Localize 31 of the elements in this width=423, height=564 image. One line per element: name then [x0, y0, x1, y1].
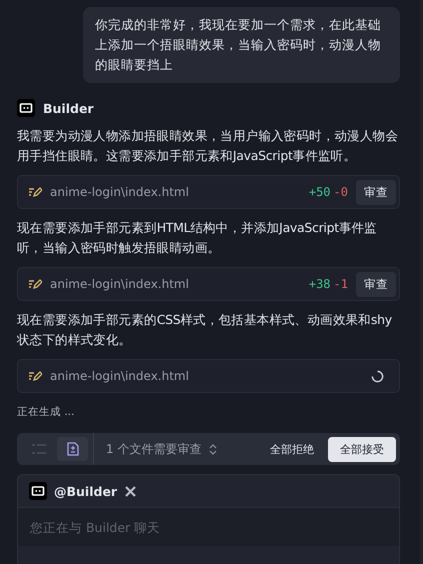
- review-summary-dropdown[interactable]: 1 个文件需要审查: [106, 440, 218, 458]
- additions-count: +50: [308, 185, 331, 199]
- mention-label: @Builder: [54, 484, 118, 498]
- reject-all-button[interactable]: 全部拒绝: [256, 438, 328, 460]
- robot-icon: [29, 482, 47, 500]
- accept-all-button[interactable]: 全部接受: [328, 436, 396, 462]
- chat-input-field[interactable]: 您正在与 Builder 聊天: [18, 508, 399, 546]
- file-card[interactable]: anime-login\index.html +50 -0 审查: [17, 175, 400, 209]
- file-path: anime-login\index.html: [50, 277, 189, 291]
- file-path: anime-login\index.html: [50, 369, 189, 383]
- additions-count: +38: [308, 277, 331, 291]
- chevron-updown-icon: [209, 444, 218, 454]
- assistant-message: 我需要为动漫人物添加捂眼睛效果，当用户输入密码时，动漫人物会用手挡住眼睛。这需要添加手部元素和JavaScript事件监听。: [17, 127, 400, 165]
- document-icon: [66, 442, 78, 456]
- edit-file-icon: [28, 370, 42, 382]
- user-message: 你完成的非常好，我现在要加一个需求，在此基础上添加一个捂眼睛效果，当输入密码时，动漫人物的眼睛要挡上: [83, 7, 400, 83]
- assistant-message: 现在需要添加手部元素到HTML结构中，并添加JavaScript事件监听，当输入密码时触发捂眼睛动画。: [17, 219, 378, 257]
- deletions-count: -0: [334, 185, 348, 199]
- file-card[interactable]: anime-login\index.html: [17, 359, 400, 393]
- assistant-name: Builder: [43, 100, 94, 116]
- status-text: 正在生成 ...: [17, 405, 76, 419]
- review-button[interactable]: 审查: [356, 272, 396, 296]
- deletions-count: -1: [334, 277, 348, 291]
- review-button[interactable]: 审查: [356, 180, 396, 204]
- edit-file-icon: [28, 278, 42, 290]
- file-diff-button[interactable]: [57, 437, 88, 461]
- assistant-message: 现在需要添加手部元素的CSS样式，包括基本样式、动画效果和shy状态下的样式变化。: [17, 311, 393, 349]
- edit-file-icon: [28, 186, 42, 198]
- file-card[interactable]: anime-login\index.html +38 -1 审查: [17, 267, 400, 301]
- robot-icon: [17, 99, 35, 117]
- file-path: anime-login\index.html: [50, 185, 189, 199]
